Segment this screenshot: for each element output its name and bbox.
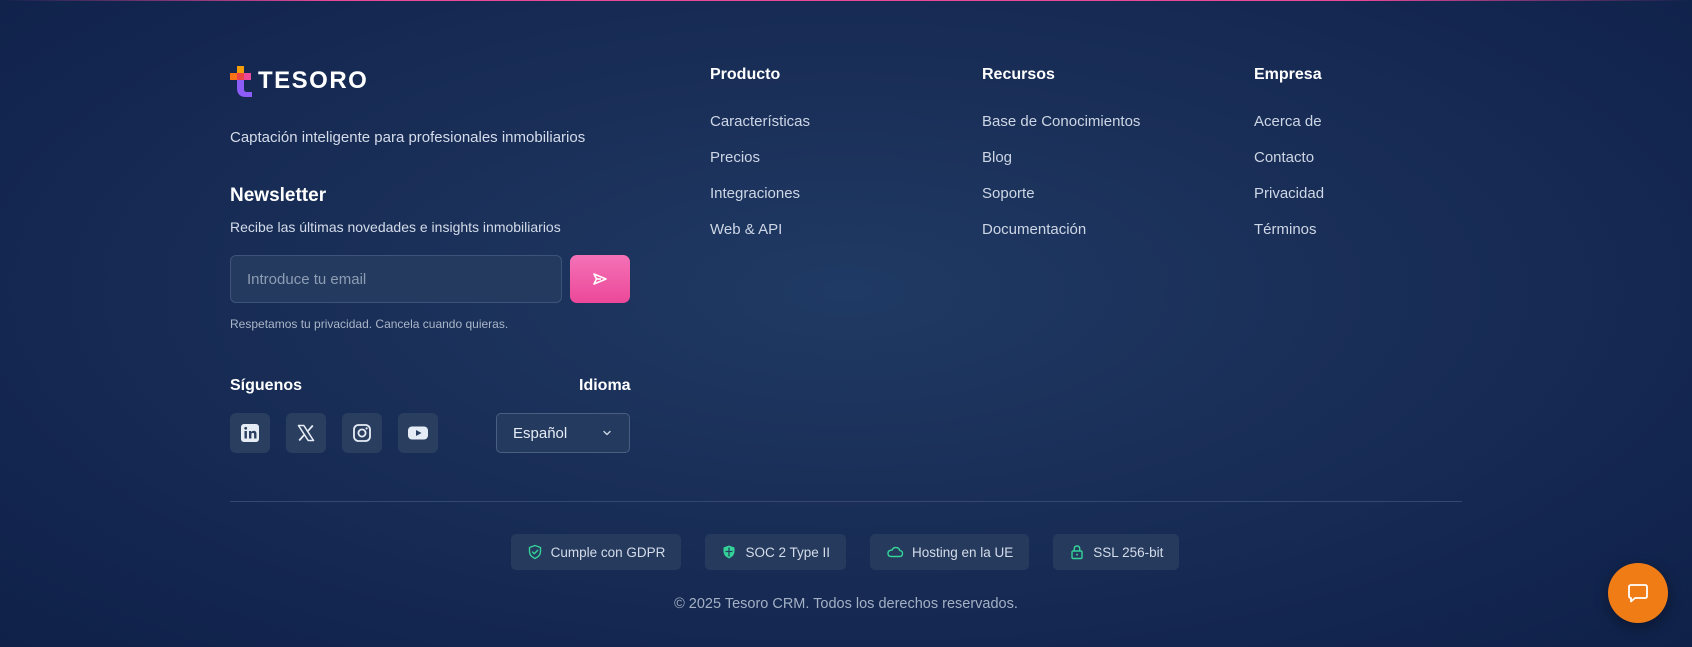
footer-column-empresa: Empresa Acerca de Contacto Privacidad Té…: [1254, 66, 1324, 257]
youtube-icon: [408, 426, 428, 440]
column-title-empresa: Empresa: [1254, 66, 1322, 83]
badge-label: SOC 2 Type II: [745, 544, 830, 560]
lock-icon: [1071, 545, 1083, 560]
youtube-button[interactable]: [398, 413, 438, 453]
link-contacto[interactable]: Contacto: [1254, 149, 1324, 167]
chat-bubble-icon: [1628, 584, 1648, 603]
footer-divider: [230, 501, 1462, 502]
linkedin-icon: [241, 424, 259, 442]
language-title: Idioma: [579, 377, 631, 394]
copyright-text: © 2025 Tesoro CRM. Todos los derechos re…: [674, 596, 1018, 612]
social-title: Síguenos: [230, 377, 303, 394]
newsletter-subtitle: Recibe las últimas novedades e insights …: [230, 219, 561, 235]
link-caracteristicas[interactable]: Características: [710, 113, 810, 131]
link-precios[interactable]: Precios: [710, 149, 810, 167]
newsletter-title: Newsletter: [230, 185, 327, 206]
language-select[interactable]: Español: [496, 413, 630, 453]
badge-label: SSL 256-bit: [1093, 544, 1164, 560]
brand-name: TESORO: [258, 67, 369, 94]
link-privacidad[interactable]: Privacidad: [1254, 185, 1324, 203]
footer-column-recursos: Recursos Base de Conocimientos Blog Sopo…: [982, 66, 1140, 257]
instagram-button[interactable]: [342, 413, 382, 453]
chevron-down-icon: [603, 430, 611, 436]
x-button[interactable]: [286, 413, 326, 453]
link-blog[interactable]: Blog: [982, 149, 1140, 167]
badge-ssl: SSL 256-bit: [1053, 534, 1180, 570]
column-title-recursos: Recursos: [982, 66, 1055, 83]
badge-soc2: SOC 2 Type II: [705, 534, 846, 570]
shield-icon: [723, 545, 735, 559]
chat-launcher-button[interactable]: [1608, 563, 1668, 623]
badge-label: Hosting en la UE: [911, 544, 1014, 560]
column-title-producto: Producto: [710, 66, 781, 83]
link-acerca-de[interactable]: Acerca de: [1254, 113, 1324, 131]
link-integraciones[interactable]: Integraciones: [710, 185, 810, 203]
link-soporte[interactable]: Soporte: [982, 185, 1140, 203]
linkedin-button[interactable]: [230, 413, 270, 453]
link-documentacion[interactable]: Documentación: [982, 221, 1140, 239]
newsletter-privacy-note: Respetamos tu privacidad. Cancela cuando…: [230, 317, 509, 331]
newsletter-email-input[interactable]: [230, 255, 562, 303]
compliance-badges: Cumple con GDPR SOC 2 Type II Hosting en…: [0, 534, 1692, 570]
x-icon: [297, 424, 315, 442]
top-accent-line: [0, 0, 1692, 1]
badge-gdpr: Cumple con GDPR: [510, 534, 682, 570]
instagram-icon: [353, 424, 371, 442]
language-selected-value: Español: [513, 424, 568, 442]
send-icon: [593, 273, 607, 285]
tesoro-logo-icon: [230, 66, 252, 97]
brand-logo[interactable]: TESORO: [230, 64, 368, 98]
brand-tagline: Captación inteligente para profesionales…: [230, 129, 586, 146]
newsletter-submit-button[interactable]: [570, 255, 630, 303]
badge-eu-hosting: Hosting en la UE: [869, 534, 1030, 570]
link-web-api[interactable]: Web & API: [710, 221, 810, 239]
badge-label: Cumple con GDPR: [550, 544, 666, 560]
social-links: [230, 413, 438, 453]
cloud-icon: [887, 546, 904, 558]
footer-column-producto: Producto Características Precios Integra…: [710, 66, 810, 257]
link-base-conocimientos[interactable]: Base de Conocimientos: [982, 113, 1140, 131]
shield-check-icon: [528, 544, 541, 560]
link-terminos[interactable]: Términos: [1254, 221, 1324, 239]
